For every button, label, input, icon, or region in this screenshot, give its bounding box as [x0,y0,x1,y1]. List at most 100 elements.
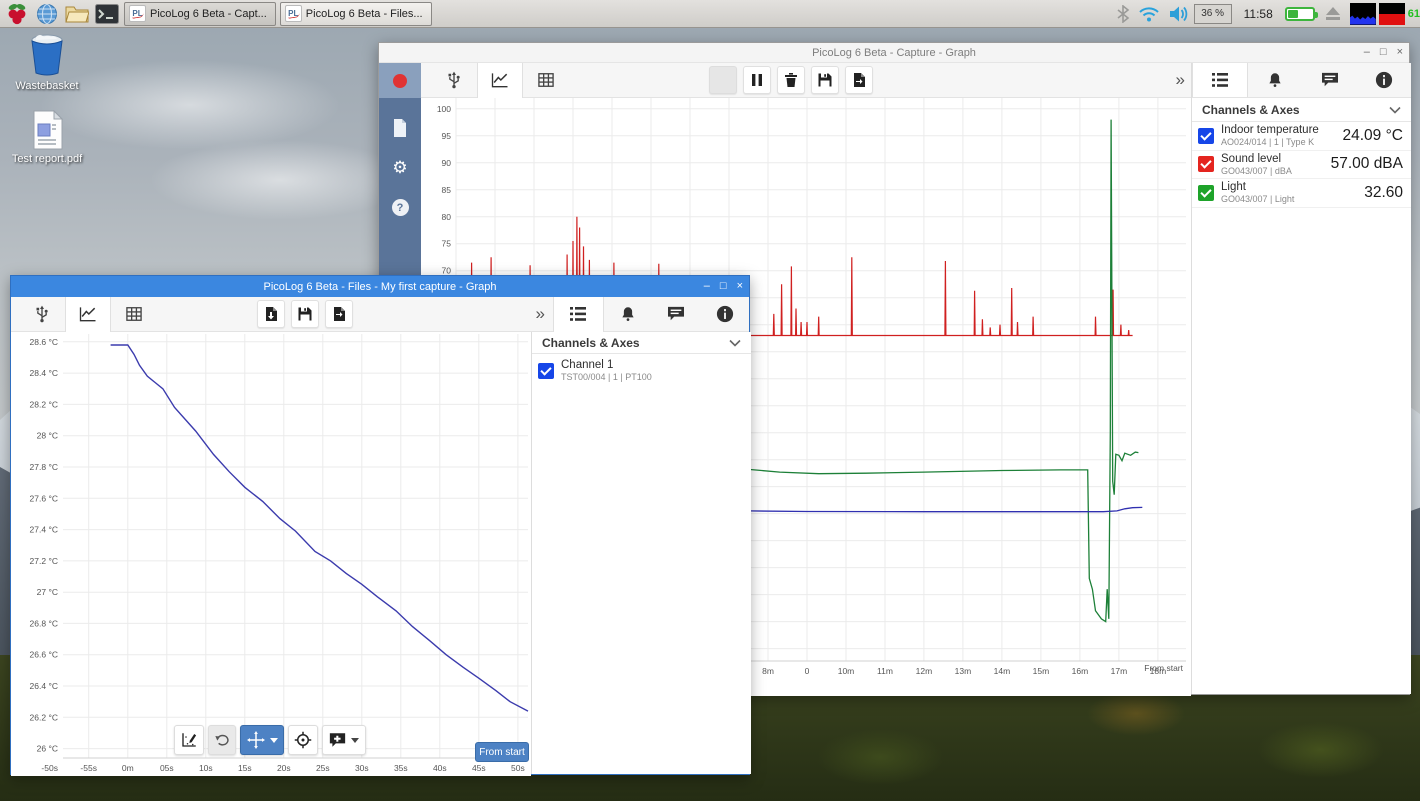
tab-table[interactable] [111,297,157,332]
svg-text:15m: 15m [1033,666,1050,676]
open-file-button[interactable] [257,300,285,328]
cpu-graph-monitor[interactable] [1350,3,1376,25]
minimize-icon[interactable]: – [1364,47,1370,58]
from-start-button[interactable]: From start [475,742,529,762]
pause-button[interactable] [743,66,771,94]
channel-checkbox[interactable] [1198,128,1214,144]
channel-checkbox[interactable] [538,363,554,379]
chevron-more-icon[interactable]: » [1170,70,1191,90]
raspberry-menu-icon[interactable] [4,2,30,26]
taskbar-window-capture[interactable]: PL PicoLog 6 Beta - Capt... [124,2,276,26]
system-tray: 36 % 11:58 61 [1116,0,1420,28]
channel-name: Indoor temperature [1221,124,1319,137]
bell-icon [619,305,637,323]
desktop-icon-wastebasket[interactable]: Wastebasket [2,33,92,92]
list-icon [1211,72,1229,88]
files-chart[interactable]: 28.6 °C28.4 °C28.2 °C28 °C27.8 °C27.6 °C… [11,332,531,776]
channels-axes-header[interactable]: Channels & Axes [532,332,751,354]
file-manager-launcher[interactable] [64,2,90,26]
pdf-document-icon [30,110,64,150]
web-browser-launcher[interactable] [34,2,60,26]
tab-notes[interactable] [652,297,701,332]
tab-alarms[interactable] [1248,63,1302,97]
channel-row-light[interactable]: Light GO043/007 | Light 32.60 [1192,179,1411,208]
zoom-target-button[interactable] [288,725,318,755]
channel-value: 32.60 [1364,184,1403,202]
desktop-icon-label: Wastebasket [2,80,92,92]
pan-mode-button[interactable] [240,725,284,755]
battery-indicator[interactable] [1285,7,1315,21]
svg-text:13m: 13m [955,666,972,676]
export-button[interactable] [845,66,873,94]
channel-checkbox[interactable] [1198,185,1214,201]
volume-icon[interactable] [1168,5,1190,23]
cpu-usage-indicator[interactable]: 36 % [1194,4,1232,24]
svg-text:80: 80 [442,212,452,222]
close-icon[interactable]: × [737,281,743,292]
svg-text:28.2 °C: 28.2 °C [30,399,58,409]
export-button[interactable] [325,300,353,328]
network-graph-monitor[interactable] [1379,3,1405,25]
maximize-icon[interactable]: □ [720,281,727,292]
channel-row-channel-1[interactable]: Channel 1 TST00/004 | 1 | PT100 [532,354,751,385]
svg-text:0m: 0m [122,763,134,773]
tab-notes[interactable] [1303,63,1357,97]
taskbar-window-files[interactable]: PL PicoLog 6 Beta - Files... [280,2,432,26]
chevron-more-icon[interactable]: » [530,304,551,324]
tab-devices[interactable] [431,63,477,98]
svg-text:28.6 °C: 28.6 °C [30,337,58,347]
clock[interactable]: 11:58 [1244,7,1273,21]
tab-info[interactable] [701,297,750,332]
eject-icon[interactable] [1325,7,1341,21]
close-icon[interactable]: × [1397,47,1403,58]
save-button[interactable] [811,66,839,94]
tab-info[interactable] [1357,63,1411,97]
edit-graph-button[interactable] [174,725,204,755]
files-titlebar[interactable]: PicoLog 6 Beta - Files - My first captur… [11,276,749,297]
channel-row-sound-level[interactable]: Sound level GO043/007 | dBA 57.00 dBA [1192,151,1411,180]
usb-icon [444,70,464,90]
wifi-icon[interactable] [1138,5,1160,23]
panel-header-label: Channels & Axes [1202,103,1300,117]
tab-devices[interactable] [19,297,65,332]
tab-channels[interactable] [553,297,604,332]
window-title: PicoLog 6 Beta - Capture - Graph [812,47,976,59]
tab-graph[interactable] [65,297,111,332]
line-chart-icon [489,70,511,90]
undo-button[interactable] [208,725,236,755]
svg-text:0: 0 [805,666,810,676]
tab-channels[interactable] [1192,63,1248,97]
help-icon[interactable]: ? [392,199,409,216]
gear-icon[interactable]: ⚙ [392,160,407,177]
svg-text:8m: 8m [762,666,774,676]
wastebasket-icon [26,33,68,77]
channel-checkbox[interactable] [1198,156,1214,172]
channel-row-indoor-temperature[interactable]: Indoor temperature AO024/014 | 1 | Type … [1192,122,1411,151]
svg-text:30s: 30s [355,763,369,773]
files-graph-area[interactable]: 28.6 °C28.4 °C28.2 °C28 °C27.8 °C27.6 °C… [11,332,531,776]
desktop-icon-test-report[interactable]: Test report.pdf [2,110,92,165]
document-icon[interactable] [391,118,409,138]
bluetooth-icon[interactable] [1116,5,1130,23]
svg-text:14m: 14m [994,666,1011,676]
channels-axes-header[interactable]: Channels & Axes [1192,98,1411,122]
annotation-button[interactable] [322,725,366,755]
capture-titlebar[interactable]: PicoLog 6 Beta - Capture - Graph – □ × [379,43,1409,63]
panel-tabs [1192,63,1411,98]
tab-table[interactable] [523,63,569,98]
window-title: PicoLog 6 Beta - Files - My first captur… [264,281,497,293]
minimize-icon[interactable]: – [704,281,710,292]
delete-button[interactable] [777,66,805,94]
svg-text:50s: 50s [511,763,525,773]
svg-text:11m: 11m [877,666,893,676]
globe-icon [36,3,58,25]
svg-text:27.4 °C: 27.4 °C [30,525,58,535]
tab-graph[interactable] [477,63,523,98]
terminal-launcher[interactable] [94,2,120,26]
svg-text:25s: 25s [316,763,330,773]
picolog-logo: PL [285,5,302,22]
maximize-icon[interactable]: □ [1380,47,1387,58]
record-button[interactable] [379,63,421,98]
tab-alarms[interactable] [604,297,653,332]
save-button[interactable] [291,300,319,328]
